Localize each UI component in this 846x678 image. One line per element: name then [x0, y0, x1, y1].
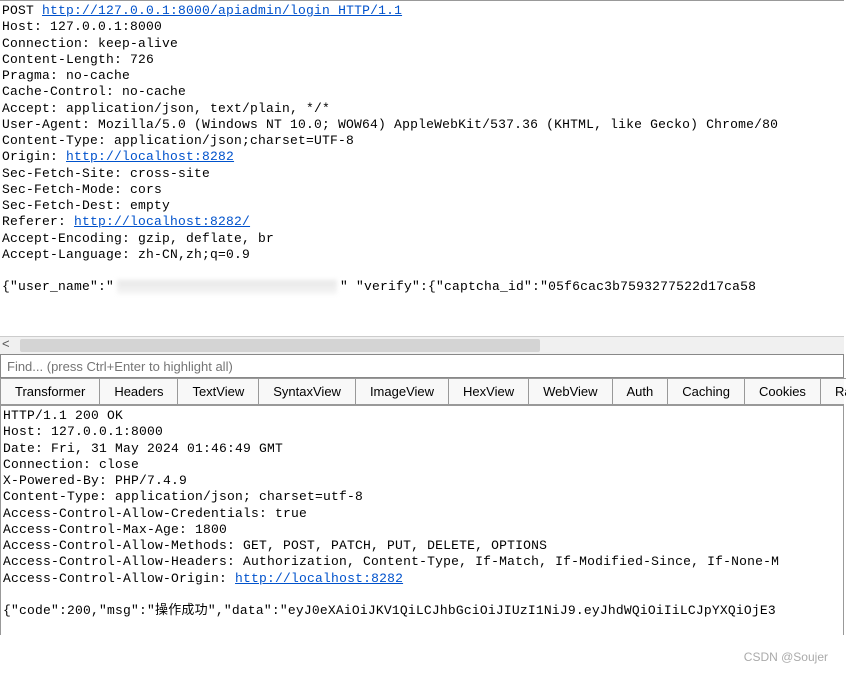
req-h5: Accept: application/json, text/plain, */…: [2, 101, 330, 116]
req-h1: Connection: keep-alive: [2, 36, 178, 51]
resp-l0: HTTP/1.1 200 OK: [3, 408, 123, 423]
req-body-mid: " "verify":{"captcha_id":"05f6cac3b75932…: [340, 279, 756, 294]
request-method: POST: [2, 3, 42, 18]
req-h11: Accept-Encoding: gzip, deflate, br: [2, 231, 274, 246]
response-tabs: Transformer Headers TextView SyntaxView …: [0, 378, 844, 405]
response-pane[interactable]: HTTP/1.1 200 OK Host: 127.0.0.1:8000 Dat…: [0, 405, 844, 635]
resp-body: {"code":200,"msg":"操作成功","data":"eyJ0eXA…: [3, 603, 776, 618]
req-h2: Content-Length: 726: [2, 52, 154, 67]
acao-link[interactable]: http://localhost:8282: [235, 571, 403, 586]
req-h0: Host: 127.0.0.1:8000: [2, 19, 162, 34]
scrollbar-thumb[interactable]: [20, 339, 540, 352]
resp-l1: Host: 127.0.0.1:8000: [3, 424, 163, 439]
req-body-pre: {"user_name":": [2, 279, 114, 294]
origin-link[interactable]: http://localhost:8282: [66, 149, 234, 164]
referer-link[interactable]: http://localhost:8282/: [74, 214, 250, 229]
tab-textview[interactable]: TextView: [178, 379, 259, 404]
tab-imageview[interactable]: ImageView: [356, 379, 449, 404]
resp-l6: Access-Control-Allow-Credentials: true: [3, 506, 307, 521]
resp-l4: X-Powered-By: PHP/7.4.9: [3, 473, 187, 488]
tab-headers[interactable]: Headers: [100, 379, 178, 404]
acao-label: Access-Control-Allow-Origin:: [3, 571, 235, 586]
resp-l3: Connection: close: [3, 457, 139, 472]
tab-transformer[interactable]: Transformer: [1, 379, 100, 404]
tab-cookies[interactable]: Cookies: [745, 379, 821, 404]
redacted-segment: [117, 280, 337, 294]
tab-syntaxview[interactable]: SyntaxView: [259, 379, 356, 404]
find-input[interactable]: [0, 354, 844, 378]
tab-auth[interactable]: Auth: [613, 379, 669, 404]
origin-label: Origin:: [2, 149, 66, 164]
tab-caching[interactable]: Caching: [668, 379, 745, 404]
resp-l8: Access-Control-Allow-Methods: GET, POST,…: [3, 538, 547, 553]
req-h7: Content-Type: application/json;charset=U…: [2, 133, 354, 148]
req-h8: Sec-Fetch-Site: cross-site: [2, 166, 210, 181]
resp-l7: Access-Control-Max-Age: 1800: [3, 522, 227, 537]
tab-webview[interactable]: WebView: [529, 379, 612, 404]
tab-hexview[interactable]: HexView: [449, 379, 529, 404]
req-h6: User-Agent: Mozilla/5.0 (Windows NT 10.0…: [2, 117, 778, 132]
request-raw[interactable]: POST http://127.0.0.1:8000/apiadmin/logi…: [0, 1, 844, 298]
req-h4: Cache-Control: no-cache: [2, 84, 186, 99]
tab-raw[interactable]: Ra: [821, 378, 846, 404]
req-h10: Sec-Fetch-Dest: empty: [2, 198, 170, 213]
req-h3: Pragma: no-cache: [2, 68, 130, 83]
request-pane: POST http://127.0.0.1:8000/apiadmin/logi…: [0, 0, 844, 354]
req-h9: Sec-Fetch-Mode: cors: [2, 182, 162, 197]
horizontal-scrollbar[interactable]: [0, 336, 844, 354]
resp-l2: Date: Fri, 31 May 2024 01:46:49 GMT: [3, 441, 283, 456]
referer-label: Referer:: [2, 214, 74, 229]
request-protocol[interactable]: HTTP/1.1: [330, 3, 402, 18]
resp-l5: Content-Type: application/json; charset=…: [3, 489, 363, 504]
resp-l9: Access-Control-Allow-Headers: Authorizat…: [3, 554, 779, 569]
watermark: CSDN @Soujer: [744, 650, 828, 664]
req-h12: Accept-Language: zh-CN,zh;q=0.9: [2, 247, 250, 262]
request-url-link[interactable]: http://127.0.0.1:8000/apiadmin/login: [42, 3, 330, 18]
